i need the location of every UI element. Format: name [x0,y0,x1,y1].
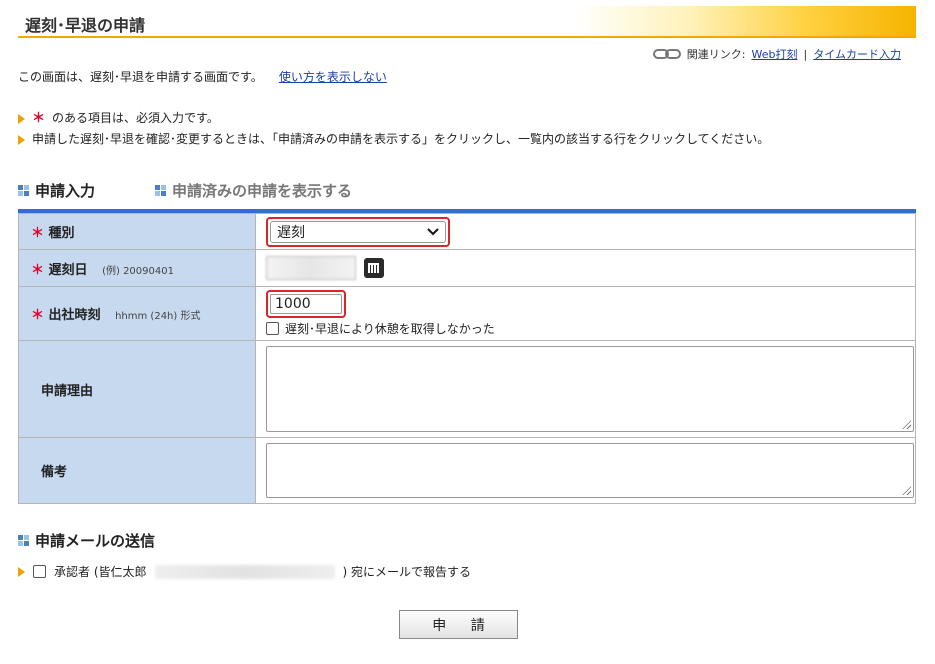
timecard-link[interactable]: タイムカード入力 [813,46,901,62]
type-label: 種別 [48,226,75,241]
resize-grip-icon[interactable] [902,486,911,495]
date-input[interactable] [266,256,356,280]
application-form: ＊ 種別 遅刻 ＊ 遅刻日 (例) 20090401 ＊ 出社時刻 hhmm (… [18,209,916,504]
no-break-label: 遅刻･早退により休憩を取得しなかった [285,322,495,336]
tab-bar: 申請入力 申請済みの申請を表示する [18,180,352,201]
related-links-label: 関連リンク: [686,48,746,61]
time-hint: hhmm (24h) 形式 [115,311,201,322]
required-mark: ＊ [32,111,46,126]
date-hint: (例) 20090401 [102,265,174,277]
submit-button[interactable]: 申 請 [399,610,518,639]
type-highlight: 遅刻 [266,216,450,247]
remarks-textarea[interactable] [266,443,914,498]
type-select[interactable]: 遅刻 [270,220,446,243]
required-mark: ＊ [31,308,45,323]
square-grid-icon [18,185,29,196]
notes: ＊ のある項目は、必須入力です。 申請した遅刻･早退を確認･変更するときは、「申… [18,108,769,150]
square-grid-icon [155,185,167,196]
notify-approver-checkbox[interactable] [33,565,46,578]
note-required: ＊ のある項目は、必須入力です。 [18,108,769,129]
intro-description: この画面は、遅刻･早退を申請する画面です。 [18,70,263,84]
link-chain-icon [652,49,681,59]
web-punch-link[interactable]: Web打刻 [752,46,798,62]
tab-label: 申請済みの申請を表示する [172,182,353,200]
required-mark: ＊ [31,262,45,278]
mail-section-heading: 申請メールの送信 [18,530,155,551]
reason-textarea[interactable] [266,346,914,432]
related-links: 関連リンク: Web打刻 | タイムカード入力 [652,46,901,62]
no-break-option: 遅刻･早退により休憩を取得しなかった [266,320,914,337]
approver-suffix: ) 宛にメールで報告する [342,565,472,579]
link-separator: | [803,47,808,61]
approver-prefix: 承認者 (皆仁太郎 [54,565,147,579]
mail-option: 承認者 (皆仁太郎 ) 宛にメールで報告する [18,563,471,580]
bullet-arrow-icon [18,113,25,124]
type-label-cell: ＊ 種別 [18,213,256,250]
howto-toggle-link[interactable]: 使い方を表示しない [279,70,387,84]
resize-grip-icon[interactable] [902,420,911,429]
calendar-icon[interactable] [363,258,384,278]
mail-heading-text: 申請メールの送信 [35,532,156,550]
time-label-cell: ＊ 出社時刻 hhmm (24h) 形式 [18,286,256,341]
note-history: 申請した遅刻･早退を確認･変更するときは、「申請済みの申請を表示する」をクリック… [18,129,769,150]
tab-submitted-applications[interactable]: 申請済みの申請を表示する [155,180,352,201]
tab-application-input[interactable]: 申請入力 [18,180,95,201]
chevron-down-icon [427,227,439,235]
required-mark: ＊ [31,226,45,241]
type-select-value: 遅刻 [277,224,305,241]
intro-text: この画面は、遅刻･早退を申請する画面です。 使い方を表示しない [18,68,387,85]
reason-label: 申請理由 [41,383,94,399]
note-history-text: 申請した遅刻･早退を確認･変更するときは、「申請済みの申請を表示する」をクリック… [32,132,770,146]
square-grid-icon [18,535,29,546]
remarks-label-cell: 備考 [18,437,256,504]
arrival-time-input[interactable]: 1000 [270,294,342,314]
no-break-checkbox[interactable] [266,322,279,335]
remarks-label: 備考 [41,465,68,480]
bullet-arrow-icon [18,566,25,577]
bullet-arrow-icon [18,134,25,145]
date-label: 遅刻日 [48,262,88,278]
tab-label: 申請入力 [35,182,96,200]
time-label: 出社時刻 [48,308,101,323]
note-required-text: のある項目は、必須入力です。 [52,111,219,125]
approver-email-redacted [154,564,335,579]
reason-label-cell: 申請理由 [18,340,256,438]
date-label-cell: ＊ 遅刻日 (例) 20090401 [18,249,256,287]
page-title: 遅刻･早退の申請 [25,16,146,35]
time-highlight: 1000 [266,290,346,318]
title-bar [18,6,916,38]
